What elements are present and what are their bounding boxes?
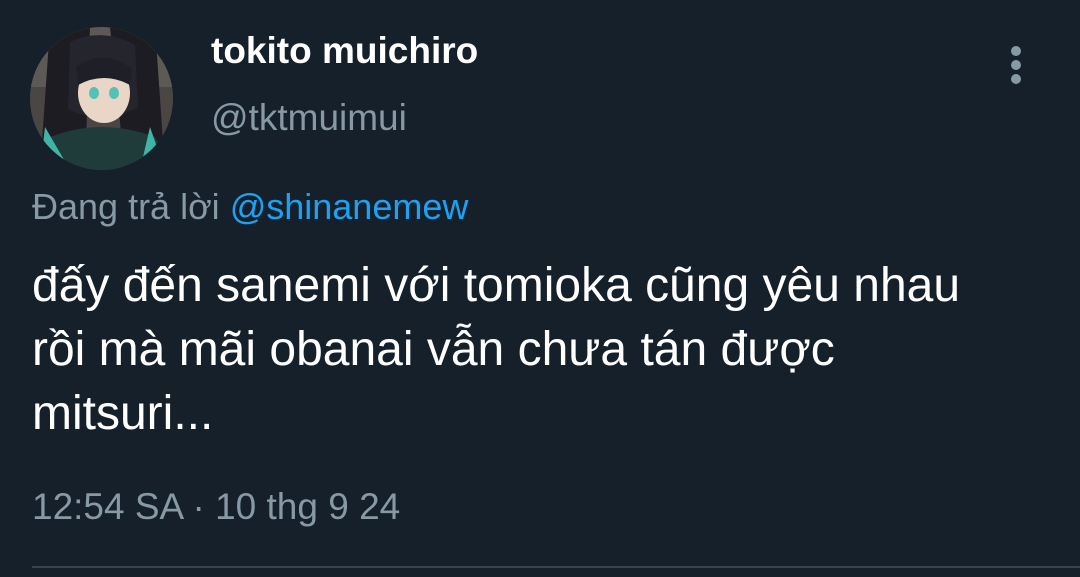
avatar-image xyxy=(30,27,173,170)
more-vertical-icon xyxy=(1011,46,1021,56)
tweet-timestamp[interactable]: 12:54 SA · 10 thg 9 24 xyxy=(32,486,400,528)
author-handle[interactable]: @tktmuimui xyxy=(211,97,407,139)
author-display-name[interactable]: tokito muichiro xyxy=(211,30,478,72)
reply-prefix: Đang trả lời xyxy=(32,186,220,227)
tweet-text: đấy đến sanemi với tomioka cũng yêu nhau… xyxy=(32,254,1072,446)
tweet-text-line: rồi mà mãi obanai vẫn chưa tán được xyxy=(32,323,835,376)
tweet-text-line: đấy đến sanemi với tomioka cũng yêu nhau xyxy=(32,259,961,312)
avatar[interactable] xyxy=(30,27,173,170)
more-vertical-icon-dot xyxy=(1011,60,1021,70)
tweet-text-line: mitsuri... xyxy=(32,387,214,440)
divider xyxy=(32,566,1080,568)
reply-to-link[interactable]: @shinanemew xyxy=(230,186,469,227)
more-options-button[interactable] xyxy=(996,40,1036,90)
replying-to-line: Đang trả lời @shinanemew xyxy=(32,186,468,228)
more-vertical-icon-dot xyxy=(1011,74,1021,84)
